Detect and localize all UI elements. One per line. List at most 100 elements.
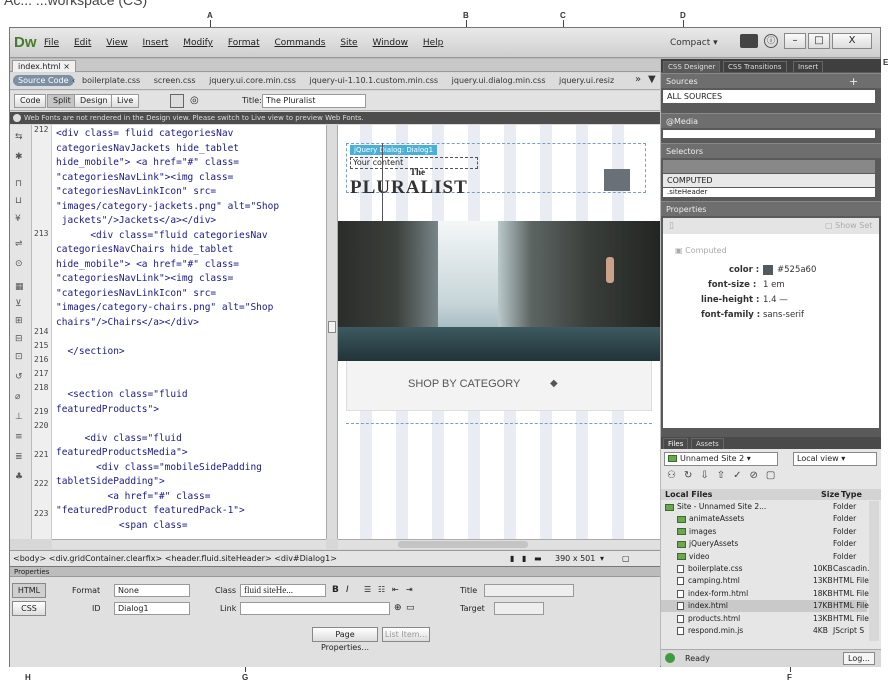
code-line[interactable]: <div class="fluid: [56, 432, 326, 447]
code-line[interactable]: </section>: [56, 345, 326, 360]
code-line[interactable]: hide_mobile"> <a href="#" class=: [56, 258, 326, 273]
color-swatch[interactable]: [763, 265, 773, 275]
related-file[interactable]: jquery-ui-1.10.1.custom.min.css: [309, 76, 438, 85]
window-size-readout[interactable]: 390 x 501: [555, 554, 595, 563]
code-view-button[interactable]: Code: [14, 94, 47, 108]
recent-snippets-icon[interactable]: ⌀: [15, 393, 26, 402]
split-divider[interactable]: [326, 125, 338, 539]
menu-commands[interactable]: Commands: [274, 38, 325, 48]
collapse-tag-icon[interactable]: ⊓: [15, 180, 26, 189]
title-field[interactable]: [484, 584, 574, 597]
tab-files[interactable]: Files: [663, 438, 689, 449]
id-select[interactable]: Dialog1: [114, 602, 190, 615]
site-header-selector[interactable]: .siteHeader: [663, 188, 875, 197]
menu-site[interactable]: Site: [340, 38, 357, 48]
code-line[interactable]: <div class= fluid categoriesNav: [56, 127, 326, 142]
jquery-dialog-badge[interactable]: jQuery Dialog: Dialog1: [350, 145, 438, 155]
sync-settings-icon[interactable]: [740, 34, 758, 48]
outdent-code-icon[interactable]: ≣: [15, 453, 26, 462]
log-button[interactable]: Log...: [843, 652, 875, 665]
tablet-size-icon[interactable]: ▮: [522, 554, 526, 563]
file-row[interactable]: animateAssets Folder: [661, 513, 867, 525]
format-source-icon[interactable]: ♣: [15, 473, 26, 482]
outdent-icon[interactable]: ⇤: [392, 585, 399, 594]
code-line[interactable]: hide_mobile"> <a href="#" class=: [56, 156, 326, 171]
design-horizontal-scrollbar[interactable]: [338, 539, 660, 549]
file-row[interactable]: boilerplate.css 10KB Cascadin..: [661, 563, 872, 575]
move-css-icon[interactable]: ⊥: [15, 413, 26, 422]
menu-view[interactable]: View: [106, 38, 127, 48]
code-line[interactable]: "images/category-jackets.png" alt="Shop: [56, 200, 326, 215]
add-source-icon[interactable]: +: [849, 74, 858, 89]
code-line[interactable]: chairs"/>Chairs</a></div>: [56, 316, 326, 331]
code-line[interactable]: <div class="mobileSidePadding: [56, 461, 326, 476]
indent-code-icon[interactable]: ≡: [15, 433, 26, 442]
page-properties-button[interactable]: Page Properties...: [312, 627, 378, 652]
tab-insert[interactable]: Insert: [793, 61, 824, 72]
minimize-button[interactable]: –: [784, 33, 806, 49]
double-chevron-right-icon[interactable]: »: [635, 74, 641, 85]
title-input[interactable]: The Pluralist: [262, 94, 366, 108]
chevron-down-icon[interactable]: ▾: [600, 554, 604, 563]
type-col[interactable]: Type: [841, 489, 862, 500]
code-line[interactable]: "categoriesNavLinkIcon" src=: [56, 287, 326, 302]
file-row[interactable]: jQueryAssets Folder: [661, 538, 867, 550]
workspace-switcher[interactable]: Compact ▾: [670, 38, 718, 48]
file-row[interactable]: products.html 13KB HTML File: [661, 613, 869, 625]
code-line[interactable]: "images/category-chairs.png" alt="Shop: [56, 301, 326, 316]
file-row[interactable]: index.html 17KB HTML File: [661, 600, 869, 613]
file-row[interactable]: respond.min.js 4KB JScript S: [661, 625, 867, 637]
computed-row[interactable]: COMPUTED: [663, 174, 875, 187]
css-mode-button[interactable]: CSS: [12, 601, 46, 616]
open-documents-icon[interactable]: ⇆: [15, 133, 26, 142]
prop-value[interactable]: 1.4 —: [763, 295, 788, 305]
check-out-icon[interactable]: ✓: [733, 470, 749, 481]
browse-folder-icon[interactable]: ▭: [406, 603, 415, 613]
design-view[interactable]: jQuery Dialog: Dialog1 Your content The …: [338, 125, 660, 539]
preview-icon[interactable]: ▢: [622, 554, 630, 563]
code-line[interactable]: categoriesNavJackets hide_tablet: [56, 142, 326, 157]
list-item-button[interactable]: List Item...: [382, 627, 430, 642]
tab-css-designer[interactable]: CSS Designer: [663, 61, 721, 72]
layout-icon[interactable]: ▯: [669, 221, 674, 231]
file-row[interactable]: images Folder: [661, 526, 867, 538]
code-line[interactable]: "categoriesNavLink"><img class=: [56, 171, 326, 186]
code-line[interactable]: featuredProductsMedia">: [56, 446, 326, 461]
size-col[interactable]: Size: [821, 489, 840, 500]
design-view-button[interactable]: Design: [74, 94, 114, 108]
shop-by-category[interactable]: SHOP BY CATEGORY: [408, 378, 520, 390]
file-row[interactable]: video Folder: [661, 551, 867, 563]
scrollbar-thumb[interactable]: [398, 541, 528, 548]
tab-assets[interactable]: Assets: [691, 438, 724, 449]
splitter-handle[interactable]: [328, 321, 336, 333]
select-parent-tag-icon[interactable]: ⇌: [15, 240, 26, 249]
collapse-selection-icon[interactable]: ⊔: [15, 197, 26, 206]
media-list[interactable]: [663, 130, 875, 138]
show-code-navigator-icon[interactable]: ✱: [15, 153, 26, 162]
menu-file[interactable]: File: [44, 38, 59, 48]
expand-icon[interactable]: ▢: [766, 470, 783, 481]
code-line[interactable]: "featuredProduct featuredPack-1">: [56, 504, 326, 519]
help-icon[interactable]: ⓘ: [764, 34, 778, 48]
unordered-list-icon[interactable]: ☰: [364, 585, 371, 594]
filter-icon[interactable]: ▼: [648, 74, 656, 85]
menu-modify[interactable]: Modify: [183, 38, 213, 48]
apply-comment-icon[interactable]: ⊟: [15, 335, 26, 344]
mobile-size-icon[interactable]: ▮: [510, 554, 514, 563]
code-line[interactable]: [56, 417, 326, 432]
target-select[interactable]: [494, 602, 544, 615]
balance-braces-icon[interactable]: ⊙: [15, 260, 26, 269]
maximize-button[interactable]: □: [808, 33, 830, 49]
menu-format[interactable]: Format: [228, 38, 260, 48]
code-line[interactable]: [56, 359, 326, 374]
desktop-size-icon[interactable]: ▬: [534, 554, 542, 563]
prop-value[interactable]: #525a60: [777, 265, 816, 275]
menu-help[interactable]: Help: [423, 38, 444, 48]
document-tab[interactable]: index.html ×: [12, 60, 76, 72]
code-horizontal-scrollbar[interactable]: [52, 539, 326, 549]
menu-edit[interactable]: Edit: [74, 38, 91, 48]
highlight-invalid-code-icon[interactable]: ⊻: [15, 300, 26, 309]
close-button[interactable]: X: [832, 33, 872, 49]
syntax-error-alerts-icon[interactable]: ⊞: [15, 317, 26, 326]
get-files-icon[interactable]: ⇩: [700, 470, 716, 481]
